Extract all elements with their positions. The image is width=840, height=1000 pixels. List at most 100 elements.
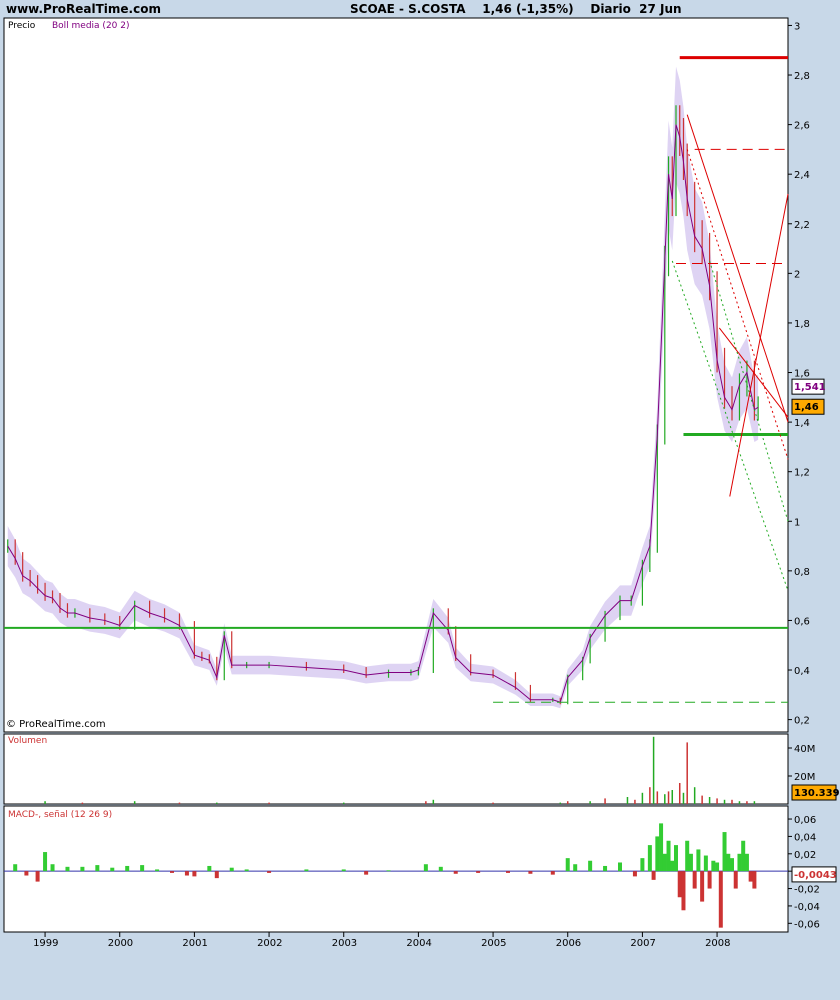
macd-bar bbox=[438, 866, 443, 872]
macd-bar bbox=[670, 860, 675, 872]
macd-bar bbox=[603, 865, 608, 872]
volume-panel-label: Volumen bbox=[8, 736, 47, 746]
macd-bar bbox=[659, 823, 664, 872]
macd-bar bbox=[700, 871, 705, 902]
macd-tick-label: 0,04 bbox=[794, 832, 816, 843]
macd-bar bbox=[733, 871, 738, 889]
macd-bar bbox=[13, 864, 18, 872]
price-tick-label: 1 bbox=[794, 517, 800, 528]
macd-bar bbox=[229, 867, 234, 872]
macd-bar bbox=[722, 832, 727, 872]
macd-tick-label: -0,06 bbox=[794, 919, 820, 930]
macd-bar bbox=[696, 849, 701, 872]
macd-bar bbox=[192, 871, 197, 877]
macd-bar bbox=[565, 858, 570, 872]
macd-bar bbox=[364, 871, 369, 875]
macd-bar bbox=[662, 853, 667, 872]
price-tick-label: 2,6 bbox=[794, 121, 810, 132]
macd-bar bbox=[655, 836, 660, 872]
macd-bar bbox=[688, 853, 693, 872]
price-tick-label: 0,8 bbox=[794, 567, 810, 578]
macd-bar bbox=[651, 871, 656, 880]
x-tick-label: 2008 bbox=[705, 938, 730, 949]
volume-badge: 130.339 bbox=[794, 788, 840, 799]
macd-bar bbox=[707, 871, 712, 889]
macd-bar bbox=[640, 858, 645, 872]
macd-bar bbox=[476, 871, 481, 873]
x-tick-label: 2000 bbox=[108, 938, 133, 949]
macd-bar bbox=[741, 840, 746, 872]
panel-volume bbox=[3, 733, 789, 805]
macd-bar bbox=[632, 871, 637, 877]
x-tick-label: 2006 bbox=[556, 938, 581, 949]
macd-bar bbox=[35, 871, 40, 882]
macd-badge: -0,0043 bbox=[794, 870, 837, 881]
price-tick-label: 1,8 bbox=[794, 319, 810, 330]
macd-bar bbox=[341, 869, 346, 872]
price-tick-label: 0,4 bbox=[794, 666, 810, 677]
macd-bar bbox=[718, 871, 723, 928]
macd-bar bbox=[214, 871, 219, 879]
macd-bar bbox=[528, 871, 533, 874]
macd-bar bbox=[703, 855, 708, 872]
x-tick-label: 2002 bbox=[257, 938, 282, 949]
macd-bar bbox=[692, 871, 697, 889]
macd-bar bbox=[170, 871, 174, 873]
price-tick-label: 3 bbox=[794, 21, 800, 32]
price-panel-label: Precio bbox=[8, 21, 36, 31]
macd-bar bbox=[155, 869, 160, 872]
macd-tick-label: -0,04 bbox=[794, 902, 820, 913]
macd-bar bbox=[715, 862, 720, 872]
macd-bar bbox=[618, 862, 622, 872]
macd-bar bbox=[95, 865, 100, 872]
macd-bar bbox=[506, 871, 510, 873]
macd-bar bbox=[666, 840, 671, 872]
macd-bar bbox=[110, 867, 115, 872]
x-tick-label: 2007 bbox=[630, 938, 655, 949]
macd-bar bbox=[674, 845, 678, 872]
macd-bar bbox=[681, 871, 686, 911]
macd-bar bbox=[677, 871, 682, 898]
macd-bar bbox=[50, 864, 55, 872]
boll-badge: 1,541 bbox=[794, 382, 826, 393]
macd-bar bbox=[80, 866, 85, 872]
x-tick-label: 2004 bbox=[406, 938, 431, 949]
price-tick-label: 0,2 bbox=[794, 716, 810, 727]
macd-bar bbox=[726, 853, 731, 872]
volume-tick-label: 20M bbox=[794, 772, 815, 783]
macd-bar bbox=[748, 871, 753, 882]
macd-bar bbox=[125, 865, 130, 872]
macd-bar bbox=[685, 840, 690, 872]
price-tick-label: 2,4 bbox=[794, 170, 810, 181]
macd-tick-label: 0,06 bbox=[794, 815, 816, 826]
price-tick-label: 1,2 bbox=[794, 468, 810, 479]
macd-bar bbox=[752, 871, 757, 889]
price-tick-label: 2 bbox=[794, 269, 800, 280]
macd-bar bbox=[304, 869, 309, 872]
macd-bar bbox=[550, 871, 555, 875]
macd-bar bbox=[140, 865, 145, 872]
macd-bar bbox=[453, 871, 458, 874]
macd-bar bbox=[573, 864, 578, 872]
macd-bar bbox=[711, 860, 716, 872]
x-tick-label: 2003 bbox=[332, 938, 357, 949]
x-tick-label: 1999 bbox=[33, 938, 58, 949]
price-tick-label: 1,6 bbox=[794, 369, 810, 380]
chart-canvas[interactable]: 3 2,8 2,6 2,4 2,2 2 1,8 1,6 1,4 1,2 1 0,8 0,6 0,4 0,2 P… bbox=[0, 0, 840, 1000]
macd-bar bbox=[43, 852, 48, 872]
macd-tick-label: 0,02 bbox=[794, 850, 816, 861]
last-price-badge: 1,46 bbox=[794, 402, 819, 413]
macd-bar bbox=[65, 866, 70, 872]
macd-bar bbox=[744, 853, 749, 872]
x-tick-label: 2001 bbox=[182, 938, 207, 949]
macd-panel-label: MACD-, señal (12 26 9) bbox=[8, 810, 112, 820]
macd-bar bbox=[730, 858, 734, 872]
macd-bar bbox=[647, 845, 652, 872]
price-tick-label: 1,4 bbox=[794, 418, 810, 429]
macd-bar bbox=[423, 864, 428, 872]
macd-tick-label: -0,02 bbox=[794, 885, 820, 896]
x-tick-label: 2005 bbox=[481, 938, 506, 949]
price-tick-label: 0,6 bbox=[794, 616, 810, 627]
macd-bar bbox=[207, 865, 212, 872]
macd-bar bbox=[267, 871, 272, 873]
